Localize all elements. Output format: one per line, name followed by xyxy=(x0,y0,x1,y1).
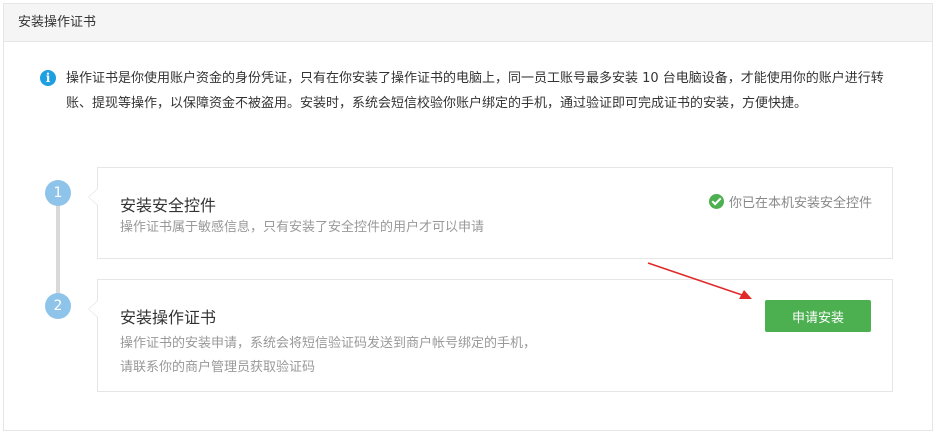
timeline-connector xyxy=(56,205,60,295)
panel-header: 安装操作证书 xyxy=(4,4,932,42)
notice-text: 操作证书是你使用账户资金的身份凭证，只有在你安装了操作证书的电脑上，同一员工账号… xyxy=(66,71,884,111)
step-card-install-control: 安装安全控件 操作证书属于敏感信息，只有安装了安全控件的用户才可以申请 你已在本… xyxy=(88,167,893,259)
step-description-line: 操作证书属于敏感信息，只有安装了安全控件的用户才可以申请 xyxy=(120,220,485,235)
step-title: 安装安全控件 xyxy=(120,196,217,215)
apply-install-button[interactable]: 申请安装 xyxy=(765,300,871,332)
step-number-1: 1 xyxy=(45,180,71,206)
step-description-line: 请联系你的商户管理员获取验证码 xyxy=(120,360,316,375)
annotation-arrow-icon xyxy=(647,262,752,299)
step-card-install-certificate: 安装操作证书 操作证书的安装申请，系统会将短信验证码发送到商户帐号绑定的手机， … xyxy=(88,279,893,392)
status-text: 你已在本机安装安全控件 xyxy=(728,196,872,211)
step-number-2: 2 xyxy=(45,293,71,319)
step-description-line: 操作证书的安装申请，系统会将短信验证码发送到商户帐号绑定的手机， xyxy=(120,336,537,351)
notice-block: i 操作证书是你使用账户资金的身份凭证，只有在你安装了操作证书的电脑上，同一员工… xyxy=(40,66,890,116)
step-description: 操作证书属于敏感信息，只有安装了安全控件的用户才可以申请 xyxy=(120,216,484,240)
panel-title: 安装操作证书 xyxy=(18,15,97,30)
check-circle-icon xyxy=(708,194,724,209)
step-description: 操作证书的安装申请，系统会将短信验证码发送到商户帐号绑定的手机， 请联系你的商户… xyxy=(120,332,536,380)
step-title: 安装操作证书 xyxy=(120,308,217,327)
control-installed-status: 你已在本机安装安全控件 xyxy=(708,192,872,211)
info-icon: i xyxy=(40,70,56,86)
